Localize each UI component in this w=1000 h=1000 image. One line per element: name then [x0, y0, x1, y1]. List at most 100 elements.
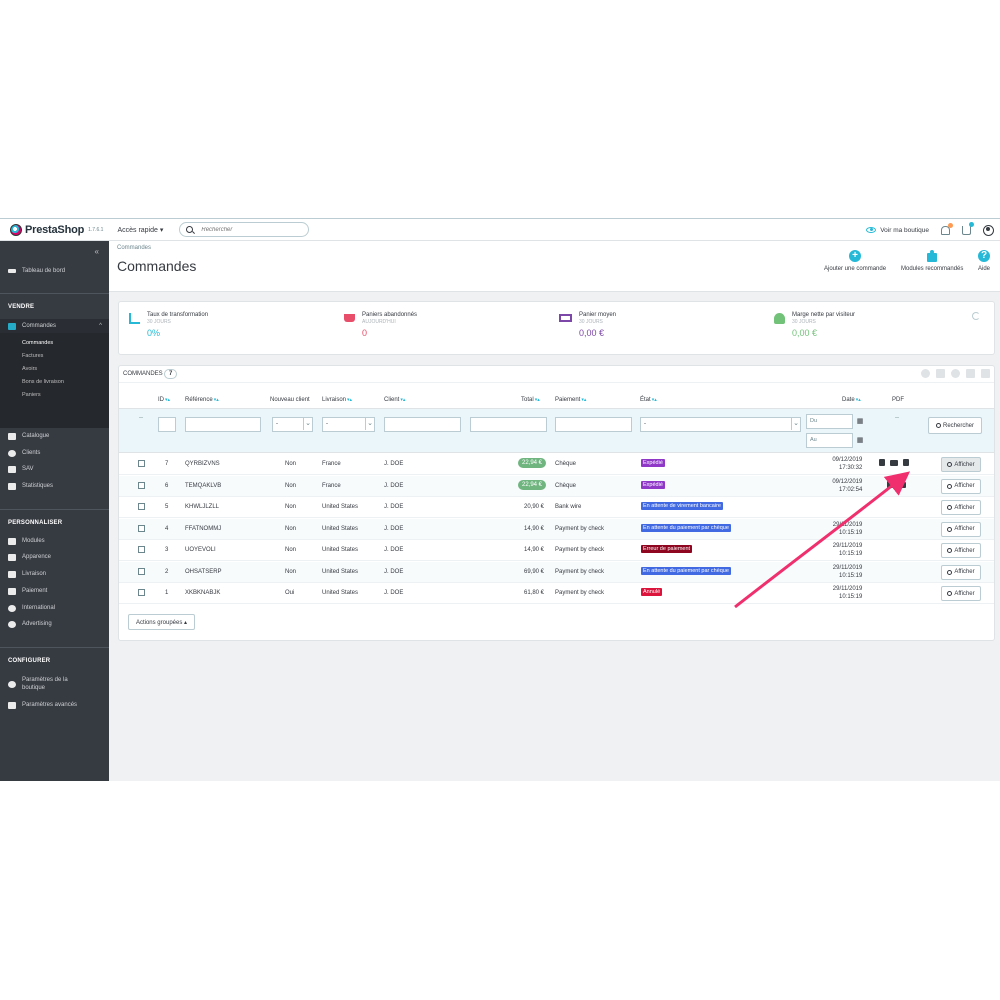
help-circle-icon: ? — [978, 250, 990, 262]
sidebar-item-modules[interactable]: Modules — [0, 534, 109, 548]
col-header-client[interactable]: Client▾▴ — [384, 397, 405, 403]
pdf-actions — [879, 459, 909, 466]
submenu-delivery-slips[interactable]: Bons de livraison — [22, 379, 64, 385]
orders-cart-icon[interactable] — [962, 221, 974, 235]
row-checkbox[interactable] — [138, 460, 145, 467]
cell-date: 29/11/2019 10:15:19 — [832, 543, 863, 557]
view-order-button[interactable]: Afficher — [941, 564, 981, 580]
row-checkbox[interactable] — [138, 481, 145, 489]
delivery-slip-icon[interactable] — [890, 460, 898, 466]
sidebar-item-shipping[interactable]: Livraison — [0, 567, 109, 581]
breadcrumb[interactable]: Commandes — [117, 245, 151, 251]
user-account-icon[interactable] — [983, 224, 994, 236]
refresh-list-icon[interactable] — [951, 369, 960, 378]
kpi-bar: Taux de transformation 30 jours 0% Panie… — [118, 301, 995, 355]
kpi-value: 0,00 € — [792, 328, 818, 338]
table-row[interactable]: 2 OHSATSERP Non United States J. DOE 69,90 € P… — [119, 561, 994, 583]
submenu-orders[interactable]: Commandes — [22, 340, 53, 346]
row-checkbox[interactable] — [138, 546, 145, 553]
col-header-reference[interactable]: Référence▾▴ — [185, 397, 219, 403]
sidebar-item-shop-parameters[interactable]: Paramètres de la boutique — [0, 676, 109, 696]
sidebar-item-customers[interactable]: Clients — [0, 446, 109, 460]
table-row[interactable]: 3 UOYEVOLI Non United States J. DOE 14,90 € Pa… — [119, 540, 994, 561]
filter-date-from[interactable]: Du — [806, 414, 853, 429]
logo[interactable]: PrestaShop 1.7.6.1 — [10, 223, 103, 236]
view-order-button[interactable]: Afficher — [941, 500, 981, 515]
row-checkbox[interactable] — [138, 589, 145, 596]
filter-payment-input[interactable] — [555, 417, 632, 432]
search-icon[interactable] — [186, 226, 194, 233]
col-header-payment[interactable]: Paiement▾▴ — [555, 397, 586, 403]
col-header-state[interactable]: État▾▴ — [640, 397, 657, 403]
filter-client-input[interactable] — [384, 417, 461, 432]
sidebar-item-advanced-parameters[interactable]: Paramètres avancés — [0, 698, 109, 712]
table-row[interactable]: 6 TEMQAKLVB Non France J. DOE 22,94 € Chèque Ex… — [119, 475, 994, 497]
row-checkbox[interactable] — [138, 503, 145, 510]
filter-state-select[interactable]: - — [640, 417, 801, 432]
kpi-average-cart[interactable]: Panier moyen 30 jours 0,00 € — [559, 312, 616, 338]
col-header-delivery[interactable]: Livraison▾▴ — [322, 397, 352, 403]
filter-total-input[interactable] — [470, 417, 547, 432]
export-icon[interactable] — [936, 369, 945, 378]
view-order-button[interactable]: Afficher — [941, 521, 981, 537]
col-header-total[interactable]: Total▾▴ — [521, 397, 540, 403]
kpi-net-margin[interactable]: Marge nette par visiteur 30 jours 0,00 € — [774, 312, 855, 338]
calendar-icon[interactable]: ▦ — [853, 414, 867, 429]
kpi-conversion-rate[interactable]: Taux de transformation 30 jours 0% — [129, 312, 208, 338]
add-order-button[interactable]: + Ajouter une commande — [824, 250, 886, 272]
add-icon[interactable] — [921, 369, 930, 378]
status-badge: Expédié — [641, 480, 665, 489]
notifications-bell-icon[interactable] — [941, 222, 953, 235]
table-row[interactable]: 5 KHWLJLZLL Non United States J. DOE 20,90 € B… — [119, 497, 994, 518]
row-checkbox[interactable] — [138, 567, 145, 575]
collapse-sidebar-icon[interactable]: « — [95, 247, 99, 256]
search-input[interactable] — [201, 226, 302, 233]
table-row[interactable]: 1 XKBKNABJK Oui United States J. DOE 61,80 € P… — [119, 583, 994, 604]
filter-reference-input[interactable] — [185, 417, 261, 432]
sidebar-item-orders[interactable]: Commandes ^ — [0, 319, 109, 333]
sidebar-item-label: International — [22, 605, 56, 611]
database-icon[interactable] — [981, 369, 990, 378]
help-button[interactable]: ? Aide — [978, 250, 990, 272]
sql-icon[interactable] — [966, 369, 975, 378]
filter-id-input[interactable] — [158, 417, 176, 432]
row-checkbox[interactable] — [138, 524, 145, 532]
quick-access-dropdown[interactable]: Accès rapide ▾ — [117, 226, 163, 234]
submenu-credit-slips[interactable]: Avoirs — [22, 366, 37, 372]
sidebar-item-dashboard[interactable]: Tableau de bord — [0, 264, 109, 278]
table-row[interactable]: 4 FFATNOMMJ Non United States J. DOE 14,90 € P… — [119, 518, 994, 540]
sidebar-item-payment[interactable]: Paiement — [0, 584, 109, 598]
calendar-icon[interactable]: ▦ — [853, 433, 867, 448]
bulk-actions-button[interactable]: Actions groupées ▴ — [128, 614, 195, 630]
panel-title: COMMANDES — [123, 371, 163, 377]
sidebar-item-support[interactable]: SAV — [0, 462, 109, 476]
filter-delivery-select[interactable]: - — [322, 417, 375, 432]
view-order-button[interactable]: Afficher — [941, 586, 981, 601]
table-row[interactable]: 7 QYRBIZVNS Non France J. DOE 22,94 € Chèque Ex… — [119, 454, 994, 475]
sidebar-item-advertising[interactable]: Advertising — [0, 617, 109, 631]
view-shop-link[interactable]: Voir ma boutique — [880, 227, 929, 234]
view-order-button[interactable]: Afficher — [941, 457, 981, 472]
submenu-carts[interactable]: Paniers — [22, 392, 41, 398]
col-header-id[interactable]: ID▾▴ — [158, 397, 170, 403]
invoice-pdf-icon[interactable] — [887, 480, 893, 488]
kpi-label: Panier moyen — [579, 312, 617, 318]
view-order-button[interactable]: Afficher — [941, 543, 981, 558]
submenu-invoices[interactable]: Factures — [22, 353, 43, 359]
delivery-slip-icon[interactable] — [898, 481, 906, 488]
recommended-modules-button[interactable]: Modules recommandés — [901, 250, 963, 272]
view-order-button[interactable]: Afficher — [941, 478, 981, 494]
kpi-value: 0 — [362, 328, 368, 338]
kpi-abandoned-carts[interactable]: Paniers abandonnés Aujourd'hui 0 — [344, 312, 417, 338]
col-header-date[interactable]: Date▾▴ — [842, 397, 861, 403]
filter-search-button[interactable]: Rechercher — [928, 417, 982, 434]
sidebar-item-appearance[interactable]: Apparence — [0, 550, 109, 564]
invoice-pdf-icon[interactable] — [879, 459, 885, 466]
print-icon[interactable] — [903, 459, 909, 466]
sidebar-item-international[interactable]: International — [0, 601, 109, 615]
refresh-icon[interactable] — [972, 312, 980, 320]
filter-date-to[interactable]: Au — [806, 433, 853, 448]
filter-new-client-select[interactable]: - — [272, 417, 313, 432]
sidebar-item-catalog[interactable]: Catalogue — [0, 429, 109, 443]
sidebar-item-stats[interactable]: Statistiques — [0, 479, 109, 493]
